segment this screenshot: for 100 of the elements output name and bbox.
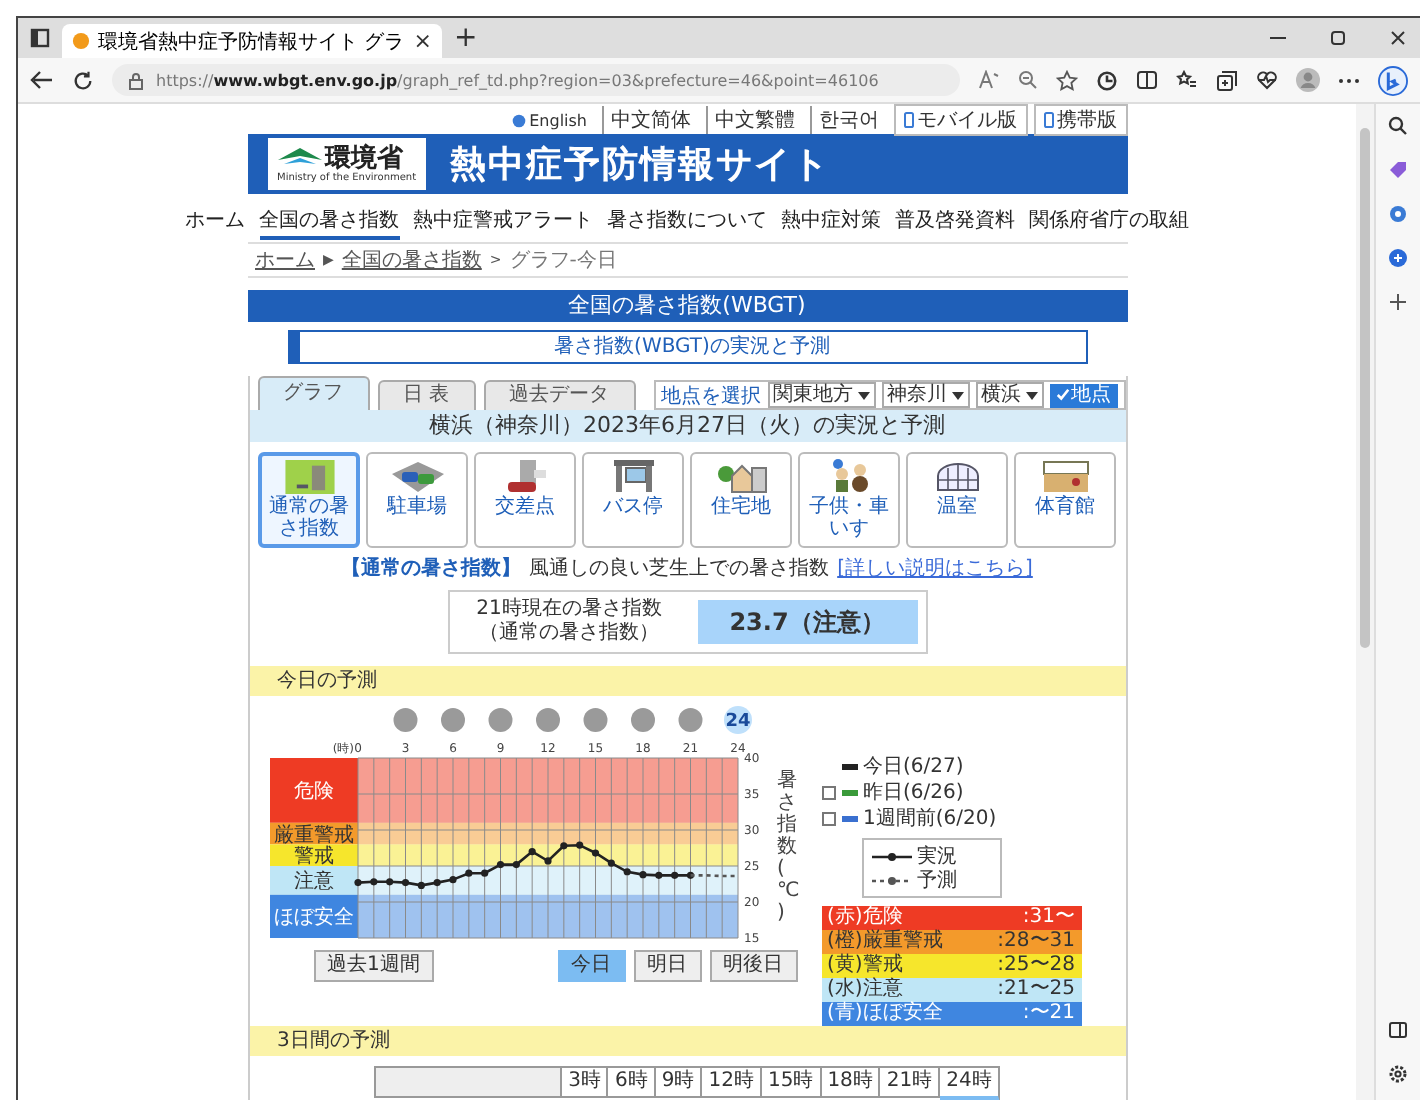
back-icon[interactable] bbox=[30, 70, 54, 90]
device-link[interactable]: 携帯版 bbox=[1033, 104, 1127, 136]
app-icon[interactable] bbox=[1388, 248, 1408, 268]
breadcrumb-link[interactable]: ホーム bbox=[255, 246, 315, 274]
current-index-value: 23.7（注意） bbox=[697, 600, 917, 644]
plus-icon[interactable] bbox=[1388, 292, 1408, 312]
device-link[interactable]: モバイル版 bbox=[893, 104, 1027, 136]
place-button[interactable]: 通常の暑さ指数 bbox=[258, 452, 360, 548]
data-point bbox=[432, 878, 440, 887]
day-button[interactable]: 今日 bbox=[557, 950, 625, 982]
sidebar-logo-icon[interactable] bbox=[1378, 65, 1408, 95]
details-link[interactable]: [詳しい説明はこちら] bbox=[837, 554, 1033, 582]
settings-icon[interactable] bbox=[1388, 1064, 1408, 1084]
data-point bbox=[353, 878, 361, 887]
language-link[interactable]: English bbox=[503, 111, 595, 129]
past-week-button[interactable]: 過去1週間 bbox=[313, 950, 434, 982]
data-point bbox=[416, 881, 424, 890]
nav-link[interactable]: 関係府省庁の取組 bbox=[1029, 205, 1189, 239]
checkbox[interactable] bbox=[821, 785, 835, 799]
lock-icon bbox=[128, 71, 144, 89]
scrollbar[interactable] bbox=[1356, 104, 1374, 1100]
day-button[interactable]: 明日 bbox=[633, 950, 701, 982]
gym-icon bbox=[1039, 458, 1091, 494]
nav-link[interactable]: 熱中症対策 bbox=[781, 205, 881, 239]
place-button[interactable]: 交差点 bbox=[474, 452, 576, 548]
close-icon[interactable] bbox=[1388, 28, 1408, 48]
building-on-grass-icon bbox=[283, 460, 335, 494]
search-icon[interactable] bbox=[1388, 116, 1408, 136]
place-button[interactable]: 温室 bbox=[906, 452, 1008, 548]
reload-icon[interactable] bbox=[72, 69, 94, 91]
dropdown[interactable]: 横浜 bbox=[975, 382, 1043, 408]
nav-link[interactable]: 暑さ指数について bbox=[607, 205, 767, 239]
zoom-icon[interactable] bbox=[1018, 70, 1038, 90]
nav-link[interactable]: 熱中症警戒アラート bbox=[413, 205, 593, 239]
profile-avatar-icon[interactable] bbox=[1296, 68, 1320, 92]
dropdown[interactable]: 関東地方 bbox=[767, 382, 875, 408]
view-tab[interactable]: 過去データ bbox=[483, 380, 636, 410]
favicon-icon bbox=[72, 32, 90, 50]
location-button[interactable]: 地点 bbox=[1049, 383, 1117, 407]
data-point bbox=[464, 869, 472, 877]
level-band-label: 警戒 bbox=[269, 844, 357, 869]
tab-actions-icon[interactable] bbox=[30, 28, 50, 48]
greenhouse-icon bbox=[931, 458, 983, 494]
split-screen-icon[interactable] bbox=[1136, 70, 1158, 90]
place-button[interactable]: バス停 bbox=[582, 452, 684, 548]
current-index-label: 21時現在の暑さ指数 bbox=[476, 598, 662, 621]
data-point bbox=[670, 871, 678, 879]
level-legend-name: (黄)警戒 bbox=[827, 954, 903, 977]
breadcrumb-link[interactable]: 全国の暑さ指数 bbox=[341, 246, 482, 274]
phone-icon bbox=[903, 112, 913, 128]
place-button[interactable]: 住宅地 bbox=[690, 452, 792, 548]
view-tab[interactable]: 日 表 bbox=[377, 380, 476, 410]
legend-label: 1週間前(6/20) bbox=[863, 806, 997, 832]
level-band-label: 危険 bbox=[269, 758, 357, 823]
more-icon[interactable] bbox=[1338, 77, 1360, 83]
read-aloud-icon[interactable] bbox=[978, 70, 1000, 90]
place-button[interactable]: 子供・車いす bbox=[798, 452, 900, 548]
data-point bbox=[590, 849, 599, 857]
place-button[interactable]: 駐車場 bbox=[366, 452, 468, 548]
tag-icon[interactable] bbox=[1388, 160, 1408, 180]
forecast-marker bbox=[392, 708, 417, 732]
caret-icon bbox=[857, 391, 869, 399]
table-header-cell: 18時 bbox=[821, 1066, 881, 1098]
forecast-marker bbox=[630, 708, 654, 732]
legend-line-icon bbox=[871, 875, 911, 885]
sidebar-toggle-icon[interactable] bbox=[1388, 1020, 1408, 1040]
close-tab-button[interactable]: × bbox=[413, 30, 432, 52]
place-button[interactable]: 体育館 bbox=[1014, 452, 1116, 548]
level-legend-name: (水)注意 bbox=[827, 978, 903, 1001]
dropdown[interactable]: 神奈川 bbox=[881, 382, 969, 408]
star-icon[interactable] bbox=[1056, 69, 1078, 91]
section-band: 3日間の予測 bbox=[249, 1026, 1125, 1056]
browser-tab[interactable]: 環境省熱中症予防情報サイト グラ × bbox=[62, 24, 442, 58]
nav-link[interactable]: 全国の暑さ指数 bbox=[259, 205, 399, 239]
nav-link[interactable]: 普及啓発資料 bbox=[895, 205, 1015, 239]
table-header-cell: 3時 bbox=[562, 1066, 609, 1098]
forecast-heading: 横浜（神奈川）2023年6月27日（火）の実況と予測 bbox=[249, 410, 1125, 442]
table-header-cell: 9時 bbox=[655, 1066, 703, 1098]
view-tab[interactable]: グラフ bbox=[257, 376, 369, 410]
forecast-marker bbox=[535, 708, 559, 732]
data-point bbox=[575, 841, 583, 849]
new-tab-button[interactable]: + bbox=[454, 24, 478, 52]
collections-icon[interactable] bbox=[1216, 69, 1238, 91]
heart-pulse-icon[interactable] bbox=[1256, 70, 1278, 90]
data-point bbox=[654, 871, 662, 879]
legend-label: 昨日(6/26) bbox=[863, 780, 964, 806]
data-point bbox=[495, 860, 504, 869]
restore-icon[interactable] bbox=[1328, 28, 1348, 48]
address-field[interactable]: https://www.wbgt.env.go.jp/graph_ref_td.php?region=03&prefecture=46&point=46106 bbox=[112, 64, 960, 96]
data-point bbox=[685, 871, 694, 879]
band-label: 注意 bbox=[293, 869, 333, 894]
day-button[interactable]: 明後日 bbox=[709, 950, 797, 982]
data-point bbox=[385, 878, 393, 886]
favorites-icon[interactable] bbox=[1176, 70, 1198, 90]
forecast-marker bbox=[582, 708, 607, 732]
nav-link[interactable]: ホーム bbox=[185, 205, 245, 239]
checkbox[interactable] bbox=[821, 811, 835, 825]
band-label: 危険 bbox=[293, 779, 333, 804]
band-label: ほぼ安全 bbox=[273, 905, 353, 930]
current-index-sublabel: （通常の暑さ指数） bbox=[479, 622, 659, 646]
